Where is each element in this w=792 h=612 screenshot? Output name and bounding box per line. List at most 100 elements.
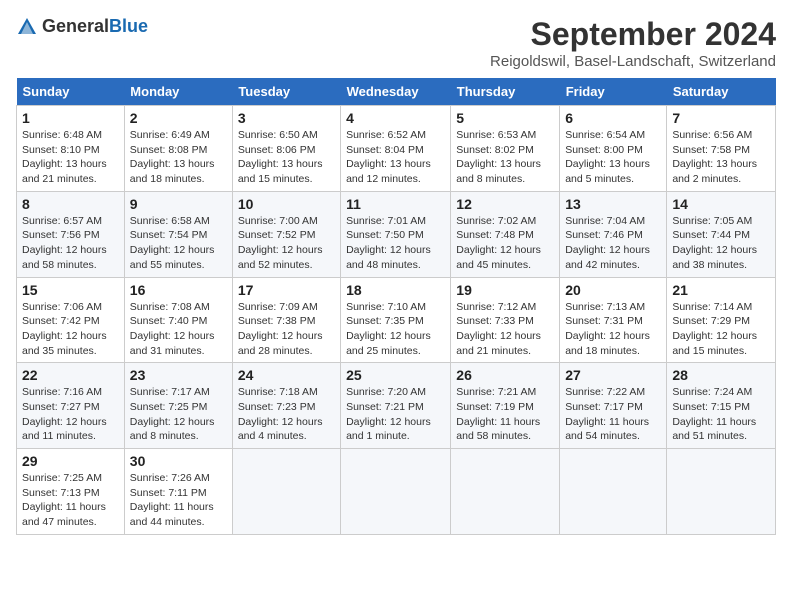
day-info: Sunrise: 7:20 AM Sunset: 7:21 PM Dayligh… <box>346 385 445 444</box>
day-info: Sunrise: 6:58 AM Sunset: 7:54 PM Dayligh… <box>130 214 227 273</box>
weekday-header-sunday: Sunday <box>17 78 125 106</box>
day-info: Sunrise: 6:49 AM Sunset: 8:08 PM Dayligh… <box>130 128 227 187</box>
day-info: Sunrise: 7:21 AM Sunset: 7:19 PM Dayligh… <box>456 385 554 444</box>
day-number: 29 <box>22 453 119 469</box>
logo-general: General <box>42 16 109 36</box>
day-info: Sunrise: 7:12 AM Sunset: 7:33 PM Dayligh… <box>456 300 554 359</box>
calendar-cell: 13 Sunrise: 7:04 AM Sunset: 7:46 PM Dayli… <box>560 191 667 277</box>
calendar-week-1: 1 Sunrise: 6:48 AM Sunset: 8:10 PM Daylig… <box>17 106 776 192</box>
day-info: Sunrise: 7:14 AM Sunset: 7:29 PM Dayligh… <box>672 300 770 359</box>
day-number: 9 <box>130 196 227 212</box>
day-info: Sunrise: 7:04 AM Sunset: 7:46 PM Dayligh… <box>565 214 661 273</box>
day-info: Sunrise: 7:09 AM Sunset: 7:38 PM Dayligh… <box>238 300 335 359</box>
calendar-cell: 27 Sunrise: 7:22 AM Sunset: 7:17 PM Dayli… <box>560 363 667 449</box>
day-info: Sunrise: 7:26 AM Sunset: 7:11 PM Dayligh… <box>130 471 227 530</box>
day-info: Sunrise: 7:01 AM Sunset: 7:50 PM Dayligh… <box>346 214 445 273</box>
day-info: Sunrise: 7:18 AM Sunset: 7:23 PM Dayligh… <box>238 385 335 444</box>
day-number: 2 <box>130 110 227 126</box>
day-number: 28 <box>672 367 770 383</box>
calendar-cell: 5Sunrise: 6:53 AM Sunset: 8:02 PM Daylig… <box>451 106 560 192</box>
logo: GeneralBlue <box>16 16 148 38</box>
logo-icon <box>16 16 38 38</box>
day-number: 24 <box>238 367 335 383</box>
day-info: Sunrise: 7:06 AM Sunset: 7:42 PM Dayligh… <box>22 300 119 359</box>
calendar-cell: 21 Sunrise: 7:14 AM Sunset: 7:29 PM Dayli… <box>667 277 776 363</box>
day-info: Sunrise: 7:16 AM Sunset: 7:27 PM Dayligh… <box>22 385 119 444</box>
calendar-cell: 15 Sunrise: 7:06 AM Sunset: 7:42 PM Dayli… <box>17 277 125 363</box>
calendar-cell <box>341 449 451 535</box>
day-number: 5 <box>456 110 554 126</box>
weekday-header-friday: Friday <box>560 78 667 106</box>
day-number: 1 <box>22 110 119 126</box>
calendar-cell: 6Sunrise: 6:54 AM Sunset: 8:00 PM Daylig… <box>560 106 667 192</box>
calendar-cell: 26 Sunrise: 7:21 AM Sunset: 7:19 PM Dayli… <box>451 363 560 449</box>
calendar-cell: 25 Sunrise: 7:20 AM Sunset: 7:21 PM Dayli… <box>341 363 451 449</box>
calendar-week-3: 15 Sunrise: 7:06 AM Sunset: 7:42 PM Dayli… <box>17 277 776 363</box>
calendar-cell: 24 Sunrise: 7:18 AM Sunset: 7:23 PM Dayli… <box>232 363 340 449</box>
day-number: 17 <box>238 282 335 298</box>
day-number: 30 <box>130 453 227 469</box>
calendar-cell: 30 Sunrise: 7:26 AM Sunset: 7:11 PM Dayli… <box>124 449 232 535</box>
calendar-week-4: 22 Sunrise: 7:16 AM Sunset: 7:27 PM Dayli… <box>17 363 776 449</box>
day-info: Sunrise: 7:10 AM Sunset: 7:35 PM Dayligh… <box>346 300 445 359</box>
calendar-cell: 29 Sunrise: 7:25 AM Sunset: 7:13 PM Dayli… <box>17 449 125 535</box>
calendar-cell: 8 Sunrise: 6:57 AM Sunset: 7:56 PM Daylig… <box>17 191 125 277</box>
calendar-week-2: 8 Sunrise: 6:57 AM Sunset: 7:56 PM Daylig… <box>17 191 776 277</box>
calendar-cell: 9 Sunrise: 6:58 AM Sunset: 7:54 PM Daylig… <box>124 191 232 277</box>
weekday-header-monday: Monday <box>124 78 232 106</box>
day-number: 22 <box>22 367 119 383</box>
location-title: Reigoldswil, Basel-Landschaft, Switzerla… <box>490 53 776 70</box>
day-number: 12 <box>456 196 554 212</box>
calendar-cell: 14 Sunrise: 7:05 AM Sunset: 7:44 PM Dayli… <box>667 191 776 277</box>
day-info: Sunrise: 6:57 AM Sunset: 7:56 PM Dayligh… <box>22 214 119 273</box>
day-number: 23 <box>130 367 227 383</box>
weekday-header-thursday: Thursday <box>451 78 560 106</box>
day-info: Sunrise: 6:56 AM Sunset: 7:58 PM Dayligh… <box>672 128 770 187</box>
day-info: Sunrise: 7:25 AM Sunset: 7:13 PM Dayligh… <box>22 471 119 530</box>
day-number: 18 <box>346 282 445 298</box>
day-number: 15 <box>22 282 119 298</box>
calendar-cell: 2 Sunrise: 6:49 AM Sunset: 8:08 PM Daylig… <box>124 106 232 192</box>
day-info: Sunrise: 7:22 AM Sunset: 7:17 PM Dayligh… <box>565 385 661 444</box>
weekday-header-saturday: Saturday <box>667 78 776 106</box>
day-info: Sunrise: 6:52 AM Sunset: 8:04 PM Dayligh… <box>346 128 445 187</box>
title-area: September 2024 Reigoldswil, Basel-Landsc… <box>490 16 776 70</box>
calendar-cell <box>560 449 667 535</box>
day-number: 6 <box>565 110 661 126</box>
day-info: Sunrise: 7:13 AM Sunset: 7:31 PM Dayligh… <box>565 300 661 359</box>
day-number: 27 <box>565 367 661 383</box>
day-number: 13 <box>565 196 661 212</box>
day-info: Sunrise: 7:17 AM Sunset: 7:25 PM Dayligh… <box>130 385 227 444</box>
calendar-cell: 7 Sunrise: 6:56 AM Sunset: 7:58 PM Daylig… <box>667 106 776 192</box>
calendar-cell: 10Sunrise: 7:00 AM Sunset: 7:52 PM Dayli… <box>232 191 340 277</box>
day-number: 26 <box>456 367 554 383</box>
calendar-cell <box>451 449 560 535</box>
weekday-header-tuesday: Tuesday <box>232 78 340 106</box>
day-number: 10 <box>238 196 335 212</box>
day-number: 20 <box>565 282 661 298</box>
day-number: 16 <box>130 282 227 298</box>
calendar-week-5: 29 Sunrise: 7:25 AM Sunset: 7:13 PM Dayli… <box>17 449 776 535</box>
day-number: 4 <box>346 110 445 126</box>
day-info: Sunrise: 7:02 AM Sunset: 7:48 PM Dayligh… <box>456 214 554 273</box>
calendar-cell: 28 Sunrise: 7:24 AM Sunset: 7:15 PM Dayli… <box>667 363 776 449</box>
calendar-cell <box>232 449 340 535</box>
calendar-cell: 23 Sunrise: 7:17 AM Sunset: 7:25 PM Dayli… <box>124 363 232 449</box>
weekday-header-wednesday: Wednesday <box>341 78 451 106</box>
day-info: Sunrise: 6:48 AM Sunset: 8:10 PM Dayligh… <box>22 128 119 187</box>
day-number: 11 <box>346 196 445 212</box>
calendar-cell: 19 Sunrise: 7:12 AM Sunset: 7:33 PM Dayli… <box>451 277 560 363</box>
calendar-cell: 1 Sunrise: 6:48 AM Sunset: 8:10 PM Daylig… <box>17 106 125 192</box>
day-number: 7 <box>672 110 770 126</box>
logo-blue: Blue <box>109 16 148 36</box>
calendar-cell: 4 Sunrise: 6:52 AM Sunset: 8:04 PM Daylig… <box>341 106 451 192</box>
day-info: Sunrise: 7:24 AM Sunset: 7:15 PM Dayligh… <box>672 385 770 444</box>
day-number: 14 <box>672 196 770 212</box>
day-number: 21 <box>672 282 770 298</box>
month-title: September 2024 <box>490 16 776 53</box>
day-info: Sunrise: 7:05 AM Sunset: 7:44 PM Dayligh… <box>672 214 770 273</box>
day-number: 19 <box>456 282 554 298</box>
day-number: 8 <box>22 196 119 212</box>
day-number: 25 <box>346 367 445 383</box>
calendar-cell: 20 Sunrise: 7:13 AM Sunset: 7:31 PM Dayli… <box>560 277 667 363</box>
